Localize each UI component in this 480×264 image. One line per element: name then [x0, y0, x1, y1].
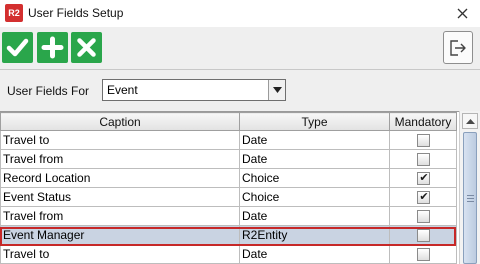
type-cell[interactable]: Choice — [239, 187, 390, 207]
mandatory-cell — [389, 244, 457, 264]
type-cell[interactable]: Date — [239, 130, 390, 150]
user-fields-table: Caption Type Mandatory Travel to Date Trav… — [0, 111, 480, 264]
toolbar — [0, 27, 480, 69]
caption-cell[interactable]: Travel to — [0, 244, 240, 264]
caption-cell[interactable]: Travel from — [0, 149, 240, 169]
exit-button[interactable] — [443, 31, 473, 64]
type-cell[interactable]: Choice — [239, 168, 390, 188]
mandatory-checkbox[interactable] — [416, 134, 430, 148]
column-header-type[interactable]: Type — [239, 112, 390, 131]
mandatory-cell — [389, 130, 457, 150]
table-row[interactable]: Event Status Choice ✔ — [0, 187, 457, 207]
close-button[interactable] — [446, 0, 480, 27]
mandatory-checkbox[interactable] — [416, 210, 430, 224]
scroll-thumb[interactable] — [463, 132, 477, 264]
user-fields-for-select[interactable]: Event — [102, 79, 286, 101]
grip-line — [467, 195, 474, 196]
column-header-caption[interactable]: Caption — [0, 112, 240, 131]
mandatory-cell: ✔ — [389, 168, 457, 188]
table-header-row: Caption Type Mandatory — [0, 112, 457, 131]
table-row[interactable]: Travel to Date — [0, 130, 457, 150]
mandatory-cell — [389, 149, 457, 169]
scroll-up-button[interactable] — [462, 113, 478, 129]
caption-cell[interactable]: Event Status — [0, 187, 240, 207]
mandatory-cell: ✔ — [389, 187, 457, 207]
toolbar-divider — [0, 69, 480, 70]
close-icon — [457, 8, 468, 19]
add-button[interactable] — [37, 32, 68, 63]
ok-button[interactable] — [2, 32, 33, 63]
mandatory-checkbox[interactable] — [416, 229, 430, 243]
checkmark-icon: ✔ — [419, 191, 429, 204]
vertical-scrollbar[interactable] — [459, 111, 480, 264]
table-row[interactable]: Event Manager R2Entity — [0, 225, 457, 245]
select-value: Event — [107, 83, 138, 97]
table-row[interactable]: Travel from Date — [0, 206, 457, 226]
checkmark-icon: ✔ — [419, 172, 429, 185]
table-row[interactable]: Travel from Date — [0, 149, 457, 169]
caption-cell[interactable]: Travel to — [0, 130, 240, 150]
type-cell[interactable]: Date — [239, 149, 390, 169]
chevron-down-icon — [273, 87, 282, 93]
table-row[interactable]: Travel to Date — [0, 244, 457, 264]
plus-icon — [41, 36, 64, 59]
type-cell[interactable]: R2Entity — [239, 225, 390, 245]
caption-cell[interactable]: Record Location — [0, 168, 240, 188]
exit-icon — [450, 40, 466, 56]
mandatory-checkbox[interactable] — [416, 248, 430, 262]
mandatory-checkbox[interactable]: ✔ — [416, 191, 430, 205]
x-icon — [77, 38, 96, 57]
mandatory-cell — [389, 206, 457, 226]
window-title: User Fields Setup — [28, 6, 124, 20]
column-header-mandatory[interactable]: Mandatory — [389, 112, 457, 131]
mandatory-checkbox[interactable]: ✔ — [416, 172, 430, 186]
title-bar: R2 User Fields Setup — [0, 0, 480, 27]
type-cell[interactable]: Date — [239, 244, 390, 264]
caption-cell[interactable]: Travel from — [0, 206, 240, 226]
table-row[interactable]: Record Location Choice ✔ — [0, 168, 457, 188]
check-icon — [6, 38, 29, 57]
dropdown-button[interactable] — [268, 80, 285, 100]
app-logo-icon: R2 — [5, 4, 23, 22]
mandatory-cell — [389, 225, 457, 245]
type-cell[interactable]: Date — [239, 206, 390, 226]
grip-line — [467, 198, 474, 199]
grip-line — [467, 201, 474, 202]
mandatory-checkbox[interactable] — [416, 153, 430, 167]
caption-cell[interactable]: Event Manager — [0, 225, 240, 245]
delete-button[interactable] — [71, 32, 102, 63]
scroll-up-arrow-icon — [466, 119, 475, 124]
filter-label: User Fields For — [7, 84, 90, 98]
